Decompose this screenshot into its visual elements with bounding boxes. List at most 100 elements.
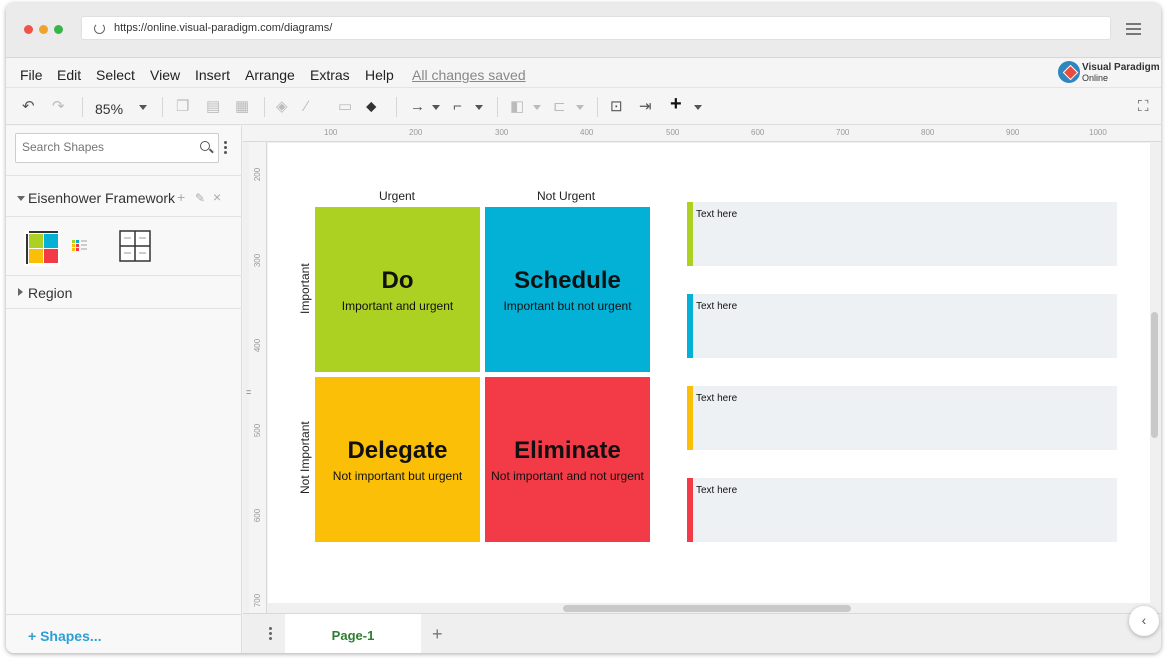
paste-icon[interactable]: ▤ [206, 98, 220, 116]
eisenhower-template-shape[interactable] [24, 230, 60, 271]
row-header-not-important[interactable]: Not Important [298, 421, 312, 494]
vertical-scrollbar[interactable] [1151, 312, 1158, 438]
plus-icon[interactable]: + [670, 94, 682, 114]
address-bar[interactable]: https://online.visual-paradigm.com/diagr… [81, 16, 1111, 40]
sidebar-splitter-handle[interactable]: = [246, 387, 251, 397]
tab-page-1[interactable]: Page-1 [285, 614, 421, 653]
ruler-label: 500 [253, 423, 263, 438]
brand-subtitle: Online [1082, 73, 1109, 83]
page-menu-icon[interactable] [269, 627, 272, 641]
save-status-link[interactable]: All changes saved [412, 67, 526, 83]
minimize-window-button[interactable] [39, 25, 48, 34]
column-header-urgent[interactable]: Urgent [379, 189, 415, 203]
note-box[interactable]: Text here [687, 386, 1117, 450]
quadrant-title: Delegate [347, 437, 448, 464]
ruler-label: 300 [253, 253, 263, 268]
shapes-sidebar: Eisenhower Framework + ✎ × [6, 126, 242, 653]
ruler-label: 500 [666, 128, 680, 137]
menu-view[interactable]: View [150, 67, 180, 83]
note-accent-bar [687, 202, 693, 266]
shadow-icon[interactable]: ▭ [338, 98, 352, 116]
search-box[interactable] [15, 133, 219, 163]
horizontal-scrollbar[interactable] [563, 605, 851, 612]
to-front-dropdown-icon[interactable] [533, 105, 541, 110]
menu-help[interactable]: Help [365, 67, 394, 83]
menu-edit[interactable]: Edit [57, 67, 81, 83]
ruler-label: 300 [495, 128, 509, 137]
region-library-title[interactable]: Region [28, 285, 72, 301]
note-text: Text here [696, 485, 738, 496]
reload-icon[interactable] [94, 23, 105, 34]
add-page-button[interactable]: + [432, 624, 443, 645]
row-header-important[interactable]: Important [298, 263, 312, 314]
connector-dropdown-icon[interactable] [432, 105, 440, 110]
maximize-window-button[interactable] [54, 25, 63, 34]
ruler-label: 700 [253, 593, 263, 608]
redo-icon[interactable]: ↷ [52, 98, 65, 116]
note-accent-bar [687, 294, 693, 358]
menu-select[interactable]: Select [96, 67, 135, 83]
insert-icon[interactable]: ⇥ [639, 98, 652, 116]
waypoint-icon[interactable]: ⌐ [453, 98, 462, 116]
shape-library-title[interactable]: Eisenhower Framework [28, 190, 175, 206]
edit-icon[interactable]: ✎ [195, 191, 205, 205]
fit-icon[interactable]: ⊡ [610, 98, 623, 116]
hamburger-icon[interactable] [1126, 23, 1141, 35]
note-box[interactable]: Text here [687, 294, 1117, 358]
undo-icon[interactable]: ↶ [22, 98, 35, 116]
fill-icon[interactable]: ◈ [276, 98, 288, 116]
quadrant-subtitle: Important and urgent [341, 299, 454, 313]
eisenhower-grid-shape[interactable] [119, 230, 151, 267]
to-front-icon[interactable]: ◧ [510, 98, 524, 116]
search-input[interactable] [22, 140, 192, 154]
diagram-canvas[interactable]: 100 200 300 400 500 600 700 800 900 1000… [243, 126, 1161, 613]
copy-icon[interactable]: ❐ [176, 98, 189, 116]
note-box[interactable]: Text here [687, 478, 1117, 542]
ruler-label: 100 [324, 128, 338, 137]
diagram-page[interactable]: Urgent Not Urgent Important Not Importan… [268, 143, 1150, 603]
format-painter-icon[interactable]: ⬥ [366, 98, 377, 116]
align-icon[interactable]: ⊏ [553, 98, 566, 116]
zoom-dropdown-icon[interactable] [139, 105, 147, 110]
ruler-label: 400 [253, 338, 263, 353]
plus-dropdown-icon[interactable] [694, 105, 702, 110]
menu-insert[interactable]: Insert [195, 67, 230, 83]
close-icon[interactable]: × [213, 189, 221, 205]
align-dropdown-icon[interactable] [576, 105, 584, 110]
horizontal-ruler: 100 200 300 400 500 600 700 800 900 1000 [243, 126, 1161, 142]
collapse-arrow-icon[interactable] [17, 196, 25, 201]
quadrant-schedule[interactable]: Schedule Important but not urgent [485, 207, 650, 372]
menu-arrange[interactable]: Arrange [245, 67, 295, 83]
menu-file[interactable]: File [20, 67, 43, 83]
quadrant-delegate[interactable]: Delegate Not important but urgent [315, 377, 480, 542]
more-icon[interactable] [224, 141, 227, 155]
quadrant-eliminate[interactable]: Eliminate Not important and not urgent [485, 377, 650, 542]
browser-chrome: https://online.visual-paradigm.com/diagr… [6, 3, 1161, 58]
fullscreen-icon[interactable]: ⛶ [1138, 98, 1149, 116]
quadrant-do[interactable]: Do Important and urgent [315, 207, 480, 372]
delete-icon[interactable]: ▦ [235, 98, 249, 116]
quadrant-subtitle: Not important and not urgent [491, 469, 644, 483]
chevron-left-icon[interactable]: ‹ [1129, 606, 1159, 636]
line-color-icon[interactable]: ∕ [305, 98, 308, 116]
note-accent-bar [687, 478, 693, 542]
ruler-label: 900 [1006, 128, 1020, 137]
menu-extras[interactable]: Extras [310, 67, 350, 83]
ruler-label: 600 [253, 508, 263, 523]
expand-arrow-icon[interactable] [18, 288, 23, 296]
column-header-not-urgent[interactable]: Not Urgent [537, 189, 595, 203]
zoom-level[interactable]: 85% [95, 101, 123, 117]
eisenhower-list-shape[interactable] [72, 240, 88, 259]
more-shapes-link[interactable]: + Shapes... [28, 628, 102, 644]
note-box[interactable]: Text here [687, 202, 1117, 266]
waypoint-dropdown-icon[interactable] [475, 105, 483, 110]
search-icon[interactable] [200, 141, 210, 151]
visual-paradigm-logo [1058, 61, 1080, 83]
ruler-label: 400 [580, 128, 594, 137]
ruler-label: 200 [253, 167, 263, 182]
close-window-button[interactable] [24, 25, 33, 34]
connector-icon[interactable]: → [410, 98, 425, 116]
ruler-label: 800 [921, 128, 935, 137]
vertical-ruler: 200 300 400 500 600 700 [249, 142, 267, 613]
add-icon[interactable]: + [177, 189, 185, 205]
